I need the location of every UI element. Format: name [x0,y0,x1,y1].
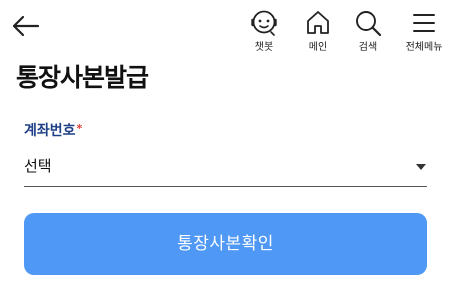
nav-menu[interactable]: 전체메뉴 [396,6,450,58]
account-select-value: 선택 [24,157,52,175]
required-mark: * [76,122,83,135]
page-title: 통장사본발급 [16,63,149,92]
account-number-label-text: 계좌번호 [24,123,76,139]
nav-search-label: 검색 [358,42,378,53]
home-icon [303,8,333,38]
account-number-select[interactable]: 선택 [24,150,427,187]
search-icon [353,8,383,38]
chatbot-icon [249,8,279,38]
nav-menu-label: 전체메뉴 [405,42,443,53]
caret-down-icon [415,163,427,171]
nav-main-label: 메인 [308,42,328,53]
back-button[interactable] [8,8,44,44]
nav-main[interactable]: 메인 [290,6,346,58]
nav-chatbot-label: 챗봇 [254,42,274,53]
nav-chatbot[interactable]: 챗봇 [236,6,292,58]
nav-search[interactable]: 검색 [340,6,396,58]
confirm-passbook-copy-button[interactable]: 통장사본확인 [24,213,427,275]
arrow-left-icon [8,8,44,44]
account-number-label: 계좌번호* [24,122,82,140]
hamburger-menu-icon [409,8,439,38]
